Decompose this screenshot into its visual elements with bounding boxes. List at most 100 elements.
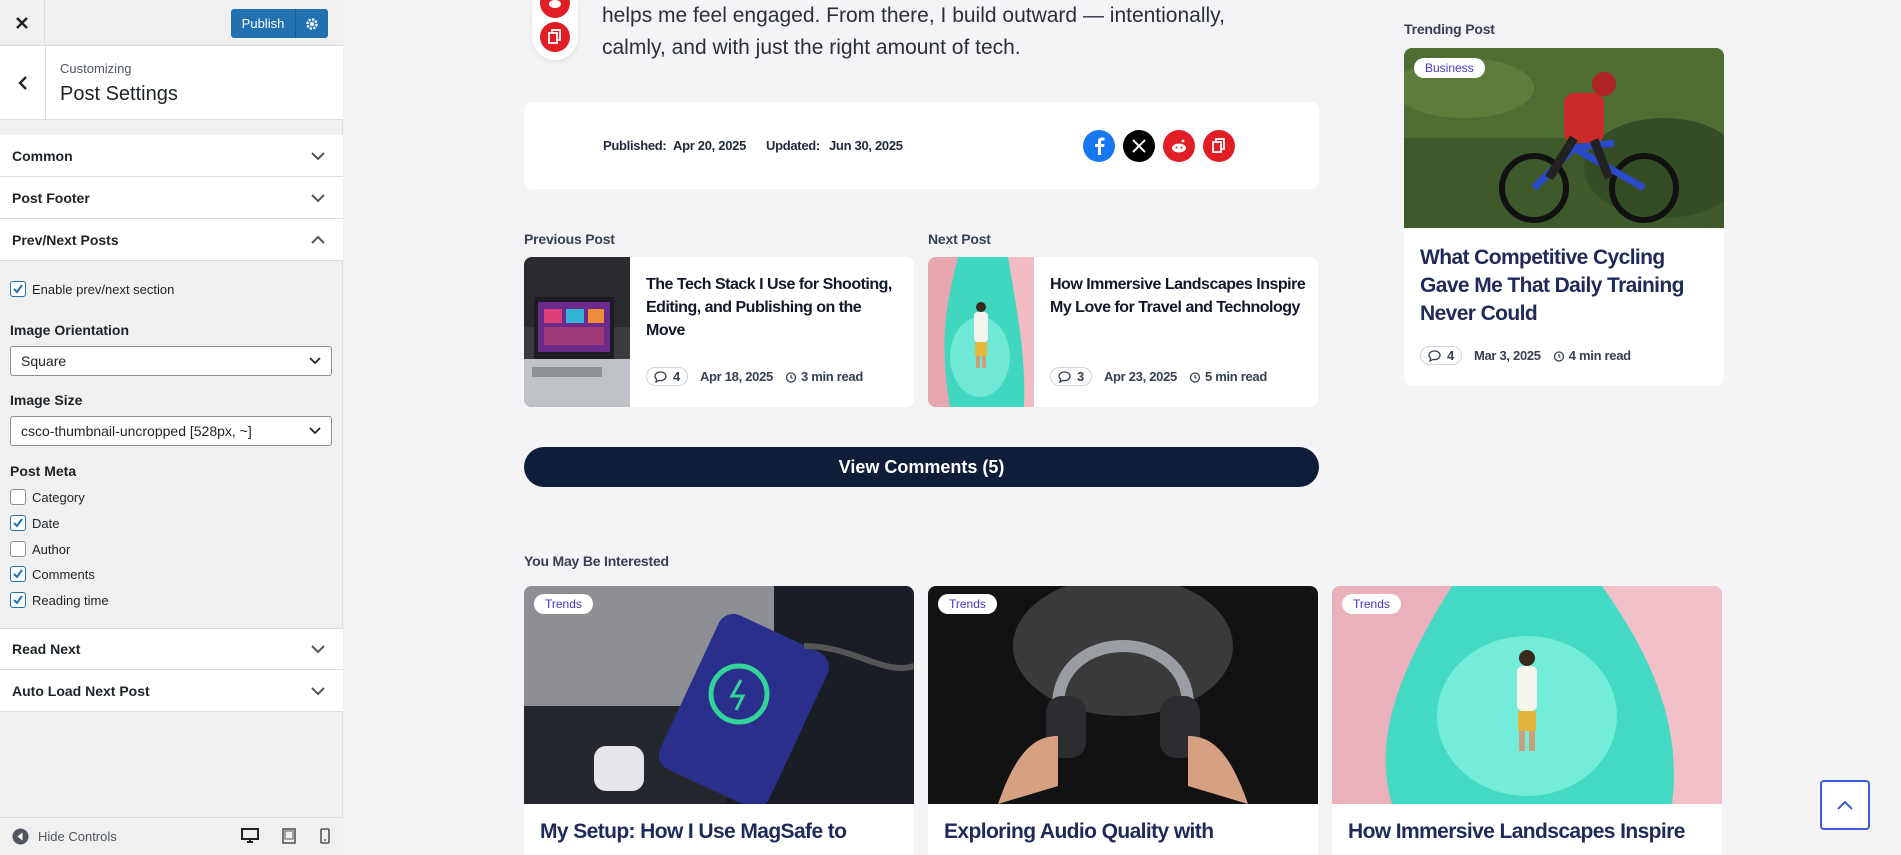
recommended-post-card[interactable]: Trends Exploring Audio Quality with (928, 586, 1318, 855)
enable-prev-next-option[interactable]: Enable prev/next section (10, 281, 174, 297)
category-checkbox[interactable] (10, 489, 26, 505)
post-meta-label: Post Meta (10, 463, 77, 479)
comment-count-badge[interactable]: 3 (1050, 367, 1092, 386)
section-common-label: Common (12, 147, 73, 164)
hide-controls-label: Hide Controls (38, 829, 117, 844)
section-auto-load[interactable]: Auto Load Next Post (0, 670, 343, 712)
checkmark-icon (13, 569, 23, 579)
previous-post-title[interactable]: The Tech Stack I Use for Shooting, Editi… (646, 273, 902, 342)
next-post-meta: 3 Apr 23, 2025 5 min read (1050, 367, 1267, 386)
view-comments-button[interactable]: View Comments (5) (524, 447, 1319, 487)
back-button[interactable] (0, 46, 46, 120)
post-meta-option-category[interactable]: Category (10, 489, 85, 505)
next-post-card[interactable]: How Immersive Landscapes Inspire My Love… (928, 257, 1318, 407)
desktop-icon[interactable] (241, 828, 259, 844)
post-meta-option-label: Comments (32, 566, 95, 582)
mobile-icon[interactable] (319, 828, 331, 844)
reading-time-text: 3 min read (800, 369, 863, 384)
clock-icon (1189, 371, 1201, 383)
section-common[interactable]: Common (0, 135, 343, 177)
section-read-next[interactable]: Read Next (0, 628, 343, 670)
recommended-post-card[interactable]: Trends My Setup: How I Use MagSafe to (524, 586, 914, 855)
recommended-post-title[interactable]: Exploring Audio Quality with (944, 820, 1214, 844)
comment-count: 4 (673, 369, 680, 384)
share-reddit-button[interactable] (540, 0, 570, 18)
image-size-select[interactable]: csco-thumbnail-uncropped [528px, ~] (10, 416, 332, 446)
section-prev-next[interactable]: Prev/Next Posts (0, 219, 343, 261)
comment-count-badge[interactable]: 4 (646, 367, 688, 386)
share-x-button[interactable] (1123, 130, 1155, 162)
comments-checkbox[interactable] (10, 566, 26, 582)
copy-icon (1212, 138, 1225, 153)
panel-title: Post Settings (60, 83, 178, 105)
enable-prev-next-checkbox[interactable] (10, 281, 26, 297)
category-badge[interactable]: Trends (534, 594, 593, 614)
back-to-top-button[interactable] (1820, 780, 1870, 830)
comment-count: 3 (1077, 369, 1084, 384)
updated-label: Updated: (766, 138, 820, 153)
section-post-footer[interactable]: Post Footer (0, 177, 343, 219)
close-customizer-button[interactable] (0, 0, 45, 46)
image-orientation-select[interactable]: Square (10, 346, 332, 376)
article-text-line: calmly, and with just the right amount o… (602, 36, 1021, 59)
checkmark-icon (13, 595, 23, 605)
reddit-icon (549, 0, 561, 8)
post-meta-option-label: Author (32, 541, 71, 557)
publish-button[interactable]: Publish (231, 9, 295, 38)
tablet-icon[interactable] (281, 828, 297, 844)
section-read-next-label: Read Next (12, 641, 81, 657)
date-checkbox[interactable] (10, 515, 26, 531)
post-meta-option-author[interactable]: Author (10, 541, 70, 557)
article-text-line: helps me feel engaged. From there, I bui… (602, 4, 1225, 27)
trending-post-title[interactable]: What Competitive Cycling Gave Me That Da… (1420, 244, 1710, 328)
reading-time: 4 min read (1553, 348, 1631, 363)
comment-count-badge[interactable]: 4 (1420, 346, 1462, 365)
comment-icon (1058, 370, 1071, 383)
chevron-down-icon (311, 151, 325, 160)
clock-icon (785, 371, 797, 383)
recommended-post-image (524, 586, 914, 804)
post-meta-option-reading-time[interactable]: Reading time (10, 592, 109, 608)
recommended-post-title[interactable]: How Immersive Landscapes Inspire (1348, 820, 1685, 844)
next-post-title[interactable]: How Immersive Landscapes Inspire My Love… (1050, 273, 1306, 319)
image-size-label: Image Size (10, 392, 83, 408)
post-meta-option-date[interactable]: Date (10, 515, 59, 531)
category-badge[interactable]: Trends (938, 594, 997, 614)
previous-post-meta: 4 Apr 18, 2025 3 min read (646, 367, 863, 386)
site-preview: helps me feel engaged. From there, I bui… (344, 0, 1901, 855)
share-facebook-button[interactable] (1083, 130, 1115, 162)
recommended-post-card[interactable]: Trends How Immersive Landscapes Inspire (1332, 586, 1722, 855)
reading-time-checkbox[interactable] (10, 592, 26, 608)
section-post-footer-label: Post Footer (12, 189, 90, 206)
previous-post-thumbnail (524, 257, 630, 407)
post-meta-option-comments[interactable]: Comments (10, 566, 95, 582)
trending-post-card[interactable]: Business What Competitive Cycling Gave M… (1404, 48, 1724, 386)
customizer-sidebar: Publish Customizing Post Settings Common… (0, 0, 343, 855)
recommended-post-image (928, 586, 1318, 804)
reading-time: 5 min read (1189, 369, 1267, 384)
publish-settings-button[interactable] (295, 9, 328, 38)
next-post-heading: Next Post (928, 231, 991, 247)
share-copy-link-button[interactable] (1203, 130, 1235, 162)
share-reddit-button[interactable] (1163, 130, 1195, 162)
collapse-icon (12, 828, 29, 845)
close-icon (16, 17, 28, 29)
category-badge[interactable]: Trends (1342, 594, 1401, 614)
chevron-down-icon (309, 357, 321, 365)
updated-date: Jun 30, 2025 (829, 138, 903, 153)
category-badge[interactable]: Business (1414, 58, 1485, 78)
copy-icon (548, 29, 561, 44)
share-copy-button[interactable] (540, 22, 570, 52)
published-date: Apr 20, 2025 (673, 138, 747, 153)
image-size-value: csco-thumbnail-uncropped [528px, ~] (21, 423, 252, 439)
recommended-post-title[interactable]: My Setup: How I Use MagSafe to (540, 820, 847, 844)
x-icon (1132, 139, 1146, 153)
author-checkbox[interactable] (10, 541, 26, 557)
facebook-icon (1095, 137, 1105, 155)
floating-share-bar (532, 0, 578, 60)
section-prev-next-label: Prev/Next Posts (12, 231, 119, 248)
checkmark-icon (13, 518, 23, 528)
previous-post-card[interactable]: The Tech Stack I Use for Shooting, Editi… (524, 257, 914, 407)
hide-controls-button[interactable]: Hide Controls (12, 828, 117, 845)
you-may-be-interested-heading: You May Be Interested (524, 553, 669, 569)
